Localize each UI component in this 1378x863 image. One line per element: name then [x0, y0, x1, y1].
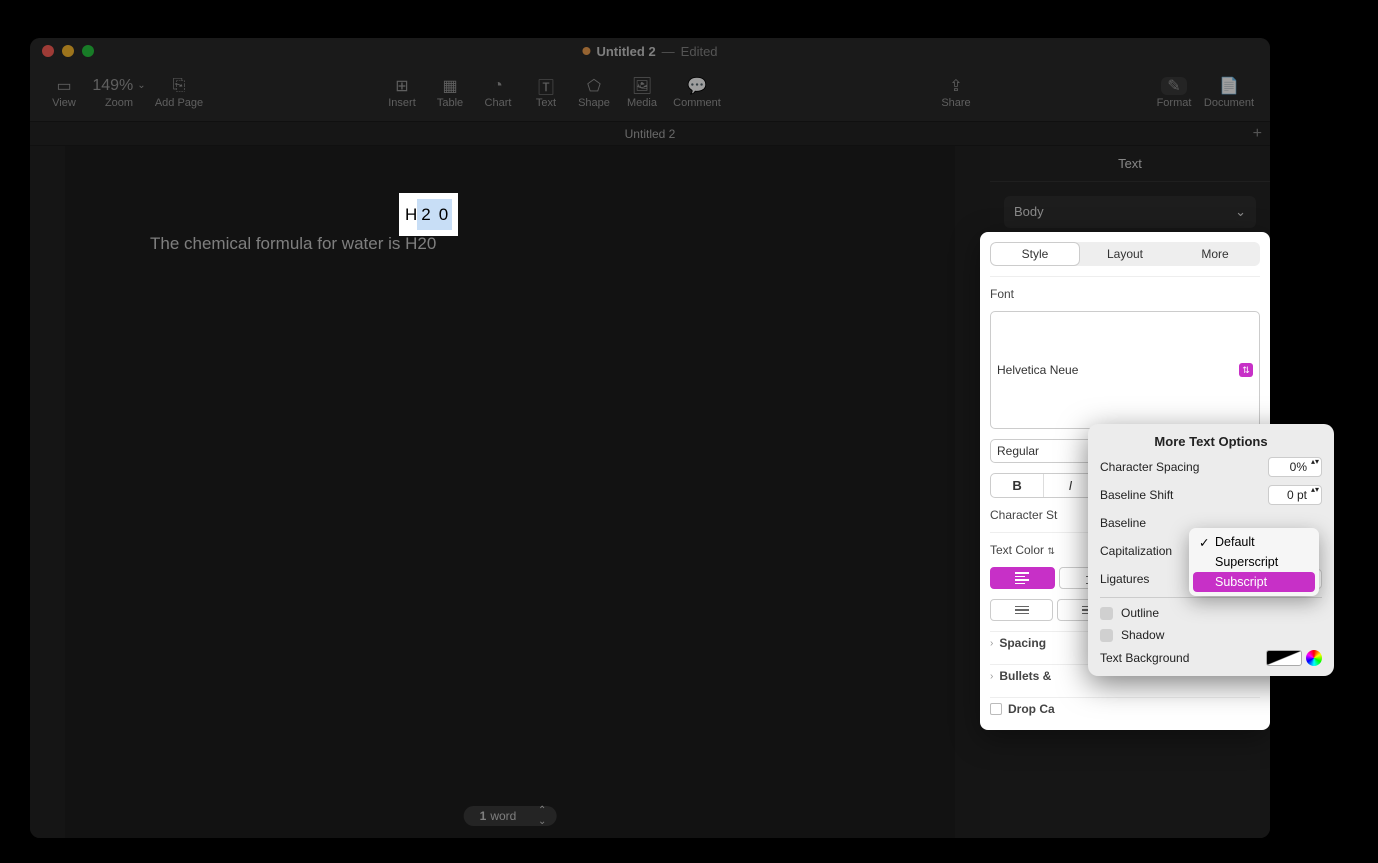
- baseline-option-superscript[interactable]: Superscript: [1193, 552, 1315, 572]
- window-controls: [42, 45, 94, 57]
- outline-label: Outline: [1121, 606, 1159, 620]
- inspector-segments[interactable]: Style Layout More: [990, 242, 1260, 266]
- chart-button[interactable]: ◔Chart: [474, 77, 522, 109]
- share-icon: ⇪: [949, 77, 962, 95]
- text-color-label: Text Color ⇅: [990, 543, 1055, 557]
- baseline-option-subscript[interactable]: Subscript: [1193, 572, 1315, 592]
- baseline-label: Baseline: [1100, 516, 1146, 530]
- title-separator: —: [662, 44, 675, 59]
- table-icon: ▦: [442, 77, 457, 95]
- titlebar: Untitled 2 — Edited: [30, 38, 1270, 64]
- view-button[interactable]: ▭ View: [40, 77, 88, 109]
- bold-button[interactable]: B: [991, 474, 1044, 497]
- document-button[interactable]: 📄Document: [1198, 77, 1260, 109]
- word-count-label: word: [490, 809, 516, 823]
- share-button[interactable]: ⇪Share: [932, 77, 980, 109]
- baseline-menu[interactable]: ✓Default Superscript Subscript: [1189, 528, 1319, 596]
- add-page-label: Add Page: [155, 97, 203, 109]
- dropcap-checkbox[interactable]: [990, 703, 1002, 715]
- zoom-label: Zoom: [105, 97, 133, 109]
- chevron-down-icon: ⌄: [1235, 204, 1246, 220]
- baseline-option-default[interactable]: ✓Default: [1193, 532, 1315, 552]
- stepper-icon[interactable]: ▴▾: [1311, 486, 1319, 494]
- color-picker-icon[interactable]: [1306, 650, 1322, 666]
- text-background-label: Text Background: [1100, 651, 1189, 665]
- text-background-color[interactable]: [1266, 650, 1322, 666]
- modified-indicator-icon: [582, 47, 590, 55]
- insert-button[interactable]: ⊞Insert: [378, 77, 426, 109]
- document-icon: 📄: [1219, 77, 1239, 95]
- document-canvas[interactable]: The chemical formula for water is H20 1 …: [30, 146, 990, 838]
- color-well[interactable]: [1266, 650, 1302, 666]
- segment-style[interactable]: Style: [990, 242, 1080, 266]
- sidebar-icon: ▭: [56, 77, 71, 95]
- close-icon[interactable]: [42, 45, 54, 57]
- paragraph-style-label: Body: [1014, 204, 1044, 220]
- add-page-button[interactable]: ⎘ Add Page: [150, 77, 208, 109]
- paragraph-style-select[interactable]: Body ⌄: [1004, 196, 1256, 228]
- media-button[interactable]: 🖼Media: [618, 77, 666, 109]
- tab-title[interactable]: Untitled 2: [625, 127, 676, 141]
- baseline-shift-input[interactable]: 0 pt▴▾: [1268, 485, 1322, 505]
- popover-title: More Text Options: [1100, 434, 1322, 449]
- shadow-label: Shadow: [1121, 628, 1164, 642]
- view-label: View: [52, 97, 76, 109]
- comment-button[interactable]: 💬Comment: [666, 77, 728, 109]
- baseline-shift-label: Baseline Shift: [1100, 488, 1173, 502]
- add-page-icon: ⎘: [173, 77, 186, 95]
- document-tabs: Untitled 2 +: [30, 122, 1270, 146]
- table-button[interactable]: ▦Table: [426, 77, 474, 109]
- edited-label: Edited: [681, 44, 718, 59]
- shadow-checkbox[interactable]: [1100, 629, 1113, 642]
- insert-icon: ⊞: [395, 77, 408, 95]
- text-icon: 🅃: [538, 77, 554, 95]
- title-text: Untitled 2: [596, 44, 655, 59]
- page[interactable]: The chemical formula for water is H20: [65, 146, 955, 838]
- capitalization-label: Capitalization: [1100, 544, 1172, 558]
- segment-layout[interactable]: Layout: [1080, 242, 1170, 266]
- word-count-number: 1: [480, 809, 487, 823]
- document-text[interactable]: The chemical formula for water is H20: [150, 234, 436, 254]
- media-icon: 🖼: [632, 77, 652, 95]
- dropcap-row[interactable]: Drop Ca: [990, 697, 1260, 720]
- outdent-button[interactable]: [990, 599, 1053, 621]
- zoom-window-icon[interactable]: [82, 45, 94, 57]
- stepper-icon: ⌃⌄: [538, 805, 546, 827]
- new-tab-button[interactable]: +: [1253, 125, 1262, 143]
- shape-button[interactable]: ⬠Shape: [570, 77, 618, 109]
- inspector-tab-text[interactable]: Text: [990, 146, 1270, 182]
- toolbar: ▭ View 149%⌄ Zoom ⎘ Add Page ⊞Insert ▦Ta…: [30, 64, 1270, 122]
- format-button[interactable]: ✎Format: [1150, 77, 1198, 109]
- character-spacing-label: Character Spacing: [1100, 460, 1199, 474]
- font-family-select[interactable]: Helvetica Neue⇅: [990, 311, 1260, 429]
- selection-highlight: H20: [399, 205, 458, 225]
- font-label: Font: [990, 287, 1260, 301]
- zoom-button[interactable]: 149%⌄ Zoom: [88, 77, 150, 109]
- stepper-icon[interactable]: ▴▾: [1311, 458, 1319, 466]
- shape-icon: ⬠: [587, 77, 601, 95]
- window-title: Untitled 2 — Edited: [582, 44, 717, 59]
- ligatures-label: Ligatures: [1100, 572, 1149, 586]
- align-left-button[interactable]: [990, 567, 1055, 589]
- zoom-value: 149%⌄: [92, 77, 145, 95]
- minimize-icon[interactable]: [62, 45, 74, 57]
- text-prefix[interactable]: The chemical formula for water is: [150, 234, 405, 253]
- word-count[interactable]: 1 word ⌃⌄: [464, 806, 557, 826]
- character-spacing-input[interactable]: 0%▴▾: [1268, 457, 1322, 477]
- text-button[interactable]: 🅃Text: [522, 77, 570, 109]
- outline-checkbox[interactable]: [1100, 607, 1113, 620]
- segment-more[interactable]: More: [1170, 242, 1260, 266]
- format-icon: ✎: [1161, 77, 1186, 95]
- chart-icon: ◔: [493, 77, 503, 95]
- chevron-updown-icon: ⇅: [1239, 363, 1253, 377]
- comment-icon: 💬: [687, 77, 707, 95]
